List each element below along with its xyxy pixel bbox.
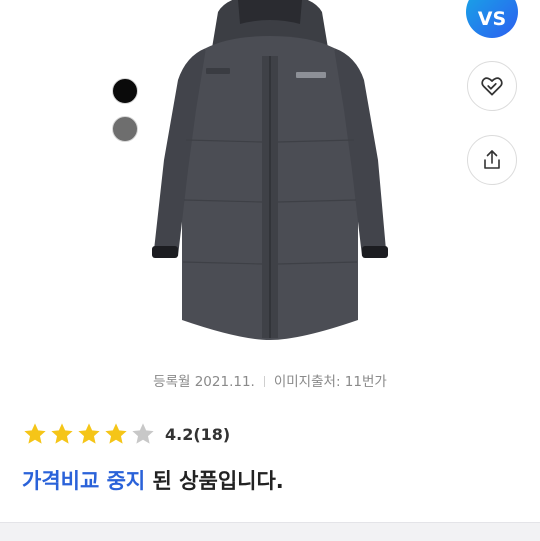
color-swatch-black[interactable] — [112, 78, 138, 104]
notice-text: 된 상품입니다. — [152, 469, 284, 493]
rating-stars — [22, 421, 156, 447]
registered-month: 등록월 2021.11. — [153, 374, 255, 390]
star-filled-icon — [24, 423, 46, 444]
star-filled-icon — [51, 423, 73, 444]
product-image — [152, 0, 388, 340]
price-compare-notice: 가격비교 중지 된 상품입니다. — [22, 465, 284, 495]
meta-divider — [263, 376, 265, 387]
share-button[interactable] — [467, 135, 517, 185]
rating-score: 4.2 — [165, 424, 194, 444]
rating-summary[interactable]: 4.2 (18) — [22, 421, 230, 447]
heart-check-icon — [481, 77, 503, 96]
product-meta: 등록월 2021.11. 이미지출처: 11번가 — [0, 370, 540, 390]
wishlist-button[interactable] — [467, 61, 517, 111]
star-filled-icon — [105, 423, 127, 444]
rating-count: (18) — [193, 424, 231, 444]
image-source: 이미지출처: 11번가 — [273, 374, 387, 390]
star-empty-icon — [132, 423, 154, 444]
share-icon — [484, 150, 500, 169]
notice-highlight: 가격비교 중지 — [22, 469, 146, 493]
vs-label: VS — [477, 8, 507, 30]
color-swatch-gray[interactable] — [112, 116, 138, 142]
bottom-section-divider — [0, 522, 540, 541]
star-filled-icon — [78, 423, 100, 444]
